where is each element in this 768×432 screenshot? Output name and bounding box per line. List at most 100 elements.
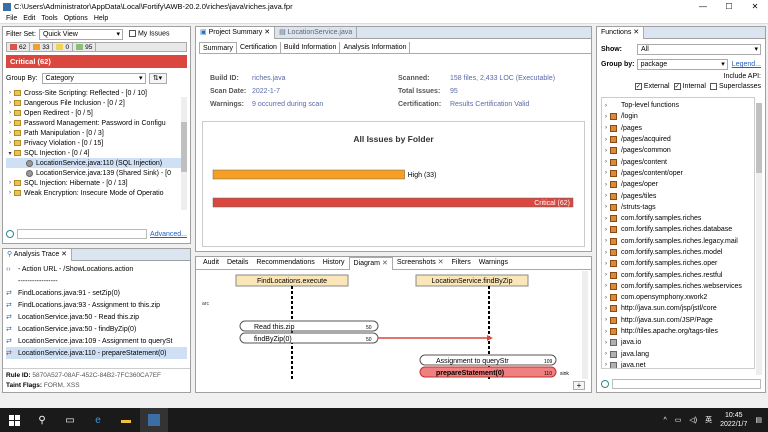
tree-row[interactable]: › Cross-Site Scripting: Reflected - [0 / … (6, 88, 182, 98)
expand-icon[interactable]: › (602, 261, 610, 267)
subtab-summary[interactable]: Summary (199, 42, 237, 53)
close-tab-icon[interactable]: ✕ (382, 260, 388, 267)
function-row[interactable]: › com.fortify.samples.riches.legacy.mail (602, 236, 754, 247)
expand-icon[interactable]: › (6, 140, 14, 146)
minimize-button[interactable]: — (690, 0, 716, 13)
notification-icon[interactable]: ▤ (755, 416, 762, 424)
expand-icon[interactable]: › (602, 204, 610, 210)
expand-icon[interactable]: › (602, 125, 610, 131)
tree-row[interactable]: LocationService.java:110 (SQL Injection) (6, 158, 182, 168)
expand-icon[interactable]: › (602, 329, 610, 335)
expand-icon[interactable]: › (6, 120, 14, 126)
search-taskbar-icon[interactable]: ⚲ (28, 408, 56, 432)
function-row[interactable]: › com.fortify.samples.riches.model (602, 247, 754, 258)
expand-icon[interactable]: › (602, 159, 610, 165)
expand-icon[interactable]: › (602, 351, 610, 357)
expand-icon[interactable]: › (602, 238, 610, 244)
tab-audit[interactable]: Audit (199, 257, 223, 269)
tree-row[interactable]: › SQL Injection: Hibernate - [0 / 13] (6, 178, 182, 188)
function-row[interactable]: › /pages/tiles (602, 190, 754, 201)
external-checkbox[interactable]: ✓ External (634, 82, 670, 92)
function-row[interactable]: › /pages/oper (602, 179, 754, 190)
expand-icon[interactable]: › (6, 130, 14, 136)
network-icon[interactable]: ▭ (675, 416, 682, 424)
close-button[interactable]: ✕ (742, 0, 768, 13)
collapse-icon[interactable]: ▾ (6, 150, 14, 157)
group-by-select[interactable]: Category ▾ (41, 72, 146, 84)
tree-row[interactable]: › Path Manipulation - [0 / 3] (6, 128, 182, 138)
advanced-link[interactable]: Advanced... (150, 231, 187, 238)
severity-count-2[interactable]: 0 (53, 43, 74, 51)
menu-edit[interactable]: Edit (23, 15, 35, 22)
trace-row[interactable]: ⇄ FindLocations.java:93 - Assignment to t… (6, 299, 187, 311)
tree-row[interactable]: › Dangerous File Inclusion - [0 / 2] (6, 98, 182, 108)
function-row[interactable]: › /pages (602, 123, 754, 134)
function-row[interactable]: › /pages/acquired (602, 134, 754, 145)
expand-icon[interactable]: › (602, 272, 610, 278)
expand-icon[interactable]: › (602, 193, 610, 199)
function-row[interactable]: › java.io (602, 337, 754, 348)
tree-row[interactable]: › Privacy Violation - [0 / 15] (6, 138, 182, 148)
bar-0[interactable] (212, 169, 405, 180)
function-row[interactable]: › com.fortify.samples.riches.database (602, 224, 754, 235)
expand-icon[interactable]: › (602, 317, 610, 323)
functions-scrollbar[interactable] (756, 103, 762, 375)
show-select[interactable]: All ▾ (637, 44, 761, 55)
expand-icon[interactable]: › (602, 137, 610, 143)
severity-count-3[interactable]: 95 (73, 43, 97, 51)
function-row[interactable]: › http://java.sun.com/JSP/Page (602, 315, 754, 326)
ime-indicator[interactable]: 英 (705, 415, 712, 425)
start-button[interactable] (0, 408, 28, 432)
expand-icon[interactable]: › (6, 90, 14, 96)
trace-row[interactable]: ⇄ LocationService.java:109 - Assignment t… (6, 335, 187, 347)
tree-row[interactable]: › Weak Encryption: Insecure Mode of Opera… (6, 188, 182, 198)
tab-screenshots[interactable]: Screenshots ✕ (393, 257, 448, 269)
trace-row[interactable]: ⇄ FindLocations.java:91 - setZip(0) (6, 287, 187, 299)
expand-icon[interactable]: › (6, 180, 14, 186)
expand-icon[interactable]: › (602, 306, 610, 312)
filter-set-select[interactable]: Quick View ▾ (38, 28, 123, 40)
function-row[interactable]: › java.lang (602, 349, 754, 360)
expand-icon[interactable]: › (602, 148, 610, 154)
superclasses-checkbox[interactable]: Superclasses (709, 82, 761, 92)
expand-icon[interactable]: › (602, 295, 610, 301)
menu-tools[interactable]: Tools (41, 15, 57, 22)
subtab-build-information[interactable]: Build Information (281, 42, 341, 53)
expand-icon[interactable]: › (602, 250, 610, 256)
function-row[interactable]: › com.fortify.samples.riches.webservices (602, 281, 754, 292)
severity-count-0[interactable]: 62 (7, 43, 31, 51)
subtab-certification[interactable]: Certification (237, 42, 281, 53)
expand-icon[interactable]: › (6, 110, 14, 116)
critical-banner[interactable]: Critical (62) (6, 55, 187, 68)
subtab-analysis-information[interactable]: Analysis Information (340, 42, 411, 53)
volume-icon[interactable]: ◁) (689, 416, 697, 424)
expand-icon[interactable]: › (602, 103, 610, 109)
menu-help[interactable]: Help (94, 15, 108, 22)
tree-scrollbar[interactable] (181, 97, 187, 210)
functions-tab[interactable]: Functions ✕ (597, 26, 645, 39)
analysis-trace-tab[interactable]: ⚲ Analysis Trace ✕ (3, 248, 73, 261)
function-row[interactable]: › /pages/content (602, 156, 754, 167)
expand-icon[interactable]: › (602, 114, 610, 120)
clock[interactable]: 10:45 2022/1/7 (720, 411, 747, 429)
tab-location-service[interactable]: ▤ LocationService.java (275, 26, 358, 39)
legend-link[interactable]: Legend... (732, 57, 761, 72)
menu-file[interactable]: File (6, 15, 17, 22)
tab-recommendations[interactable]: Recommendations (252, 257, 318, 269)
close-tab-icon[interactable]: ✕ (438, 259, 444, 266)
expand-icon[interactable]: › (602, 362, 610, 368)
tab-project-summary[interactable]: ▣ Project Summary ✕ (196, 26, 276, 39)
add-button[interactable]: + (573, 381, 585, 390)
expand-icon[interactable]: › (602, 283, 610, 289)
edge-icon[interactable]: e (84, 408, 112, 432)
fortify-app-icon[interactable] (140, 408, 168, 432)
trace-row[interactable]: ⇄ LocationService.java:110 - prepareState… (6, 347, 187, 359)
function-row[interactable]: › http://tiles.apache.org/tags-tiles (602, 326, 754, 337)
tree-row[interactable]: ▾ SQL Injection - [0 / 4] (6, 148, 182, 158)
tab-diagram[interactable]: Diagram ✕ (348, 256, 393, 270)
function-row[interactable]: › java.net (602, 360, 754, 368)
search-input[interactable] (17, 229, 148, 239)
menu-options[interactable]: Options (64, 15, 88, 22)
function-row[interactable]: › Top-level functions (602, 100, 754, 111)
function-row[interactable]: › /pages/content/oper (602, 168, 754, 179)
